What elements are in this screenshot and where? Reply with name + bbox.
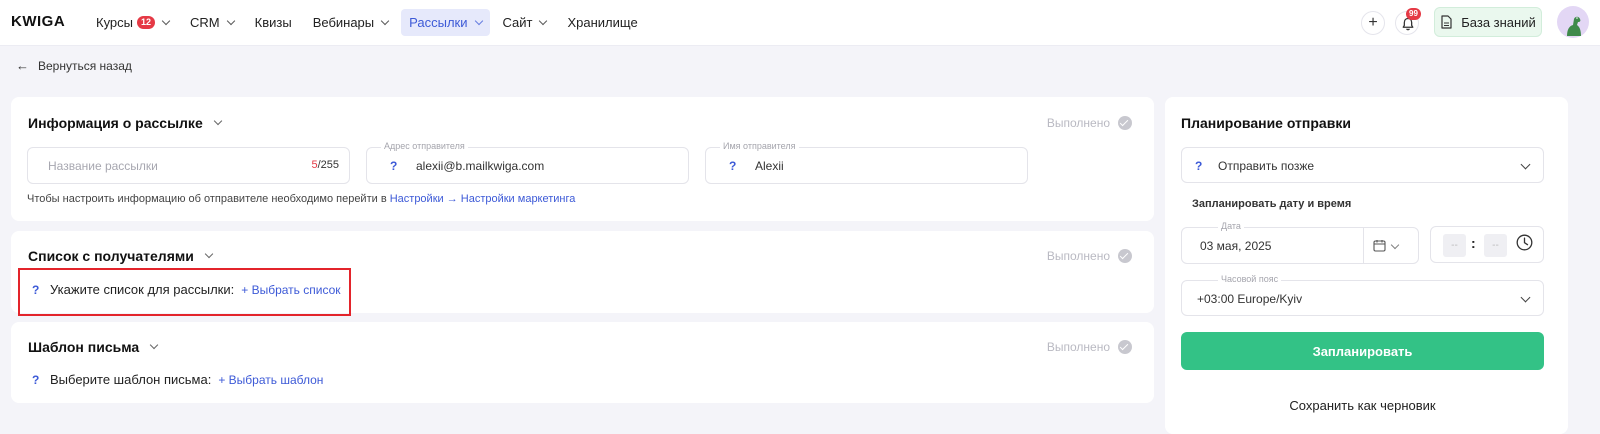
question-icon: ? [729,159,737,173]
status-label: Выполнено [1046,116,1110,130]
chevron-down-icon [213,116,222,126]
time-separator: : [1471,235,1476,251]
chevron-down-icon [204,249,214,259]
question-icon: ? [32,373,40,387]
chevron-down-icon [474,16,483,25]
kwiga-logo[interactable]: KWIGA [11,13,65,30]
top-navigation-bar: KWIGA Курсы 12 CRM Квизы Вебинары Рассыл… [0,0,1600,46]
mailing-name-input[interactable]: Название рассылки 5/255 [27,147,350,184]
chevron-down-icon [380,16,390,25]
field-label: Адрес отправителя [381,141,468,151]
chevron-down-icon [1520,292,1531,303]
recipients-header[interactable]: Список с получателями [28,248,214,264]
nav-item-crm[interactable]: CRM [182,9,242,36]
nav-item-label: Рассылки [409,15,468,30]
section-title: Шаблон письма [28,339,140,355]
minute-input[interactable]: -- [1484,234,1507,257]
schedule-button[interactable]: Запланировать [1181,332,1544,370]
field-label: Дата [1218,221,1244,231]
status-label: Выполнено [1046,340,1110,354]
nav-item-mailings[interactable]: Рассылки [401,9,490,36]
mailing-info-header[interactable]: Информация о рассылке [28,115,222,131]
knowledge-base-button[interactable]: База знаний [1434,7,1542,37]
section-title: Информация о рассылке [28,115,203,131]
nav-item-label: Курсы [96,15,134,30]
template-header[interactable]: Шаблон письма [28,339,159,355]
back-link[interactable]: ← Вернуться назад [16,58,132,73]
sender-settings-hint: Чтобы настроить информацию об отправител… [27,193,576,205]
back-link-label: Вернуться назад [38,58,132,73]
sender-address-field[interactable]: Адрес отправителя ? alexii@b.mailkwiga.c… [366,141,689,184]
document-icon [1441,15,1452,29]
select-template-link[interactable]: + Выбрать шаблон [218,373,323,387]
chevron-down-icon [149,340,159,350]
clock-icon [1516,234,1533,251]
template-prompt: Выберите шаблон письма: + Выбрать шаблон [50,372,324,387]
section-title: Список с получателями [28,248,194,264]
check-circle-icon [1118,249,1132,263]
nav-item-label: CRM [190,15,220,30]
nav-item-label: Квизы [254,15,292,30]
chevron-down-icon [1390,240,1400,250]
status-done: Выполнено [1047,340,1132,354]
main-nav: Курсы 12 CRM Квизы Вебинары Рассылки Сай… [88,9,651,36]
marketing-settings-link[interactable]: Настройки → Настройки маркетинга [390,193,576,205]
chevron-down-icon [1520,159,1531,170]
nav-item-webinars[interactable]: Вебинары [305,9,396,36]
plus-icon: + [1368,14,1378,31]
status-done: Выполнено [1047,249,1132,263]
status-label: Выполнено [1046,249,1110,263]
nav-item-label: Вебинары [312,15,375,30]
mailing-info-card: Информация о рассылке Выполнено Название… [11,97,1154,221]
template-card: Шаблон письма Выполнено ? Выберите шабло… [11,322,1154,403]
timezone-select[interactable]: Часовой пояс +03:00 Europe/Kyiv [1181,274,1544,316]
calendar-icon[interactable] [1373,239,1386,252]
user-avatar[interactable] [1557,6,1589,38]
mailing-name-placeholder: Название рассылки [48,159,158,173]
check-circle-icon [1118,116,1132,130]
date-picker[interactable]: Дата 03 мая, 2025 [1181,221,1419,264]
nav-item-label: Сайт [502,15,533,30]
highlight-box [18,268,351,316]
nav-item-courses[interactable]: Курсы 12 [88,9,177,36]
question-icon: ? [1195,159,1203,173]
time-picker[interactable]: -- : -- [1430,226,1544,263]
check-circle-icon [1118,340,1132,354]
timezone-value: +03:00 Europe/Kyiv [1197,292,1303,306]
status-done: Выполнено [1047,116,1132,130]
nav-item-label: Хранилище [567,15,638,30]
send-mode-select[interactable]: ? Отправить позже [1181,147,1544,183]
date-value: 03 мая, 2025 [1200,239,1272,253]
datetime-heading: Запланировать дату и время [1192,198,1352,210]
field-label: Имя отправителя [720,141,799,151]
nav-item-quizzes[interactable]: Квизы [247,9,300,36]
nav-item-storage[interactable]: Хранилище [559,9,645,36]
hour-input[interactable]: -- [1443,234,1466,257]
chevron-down-icon [161,16,171,25]
dinosaur-avatar-icon [1567,16,1581,36]
knowledge-base-label: База знаний [1461,14,1536,30]
add-button[interactable]: + [1361,11,1385,35]
chevron-down-icon [226,16,235,25]
sender-name-value: Alexii [755,159,784,173]
send-mode-value: Отправить позже [1218,159,1315,173]
arrow-left-icon: ← [16,58,29,73]
sender-address-value: alexii@b.mailkwiga.com [416,159,545,173]
notification-count-badge: 99 [1406,8,1421,20]
char-counter: 5/255 [311,159,339,171]
schedule-title: Планирование отправки [1181,115,1351,131]
courses-count-badge: 12 [137,16,156,29]
nav-item-site[interactable]: Сайт [495,9,555,36]
sender-name-field[interactable]: Имя отправителя ? Alexii [705,141,1028,184]
save-draft-button[interactable]: Сохранить как черновик [1181,393,1544,417]
field-label: Часовой пояс [1218,274,1282,284]
chevron-down-icon [539,16,548,25]
question-icon: ? [390,159,398,173]
